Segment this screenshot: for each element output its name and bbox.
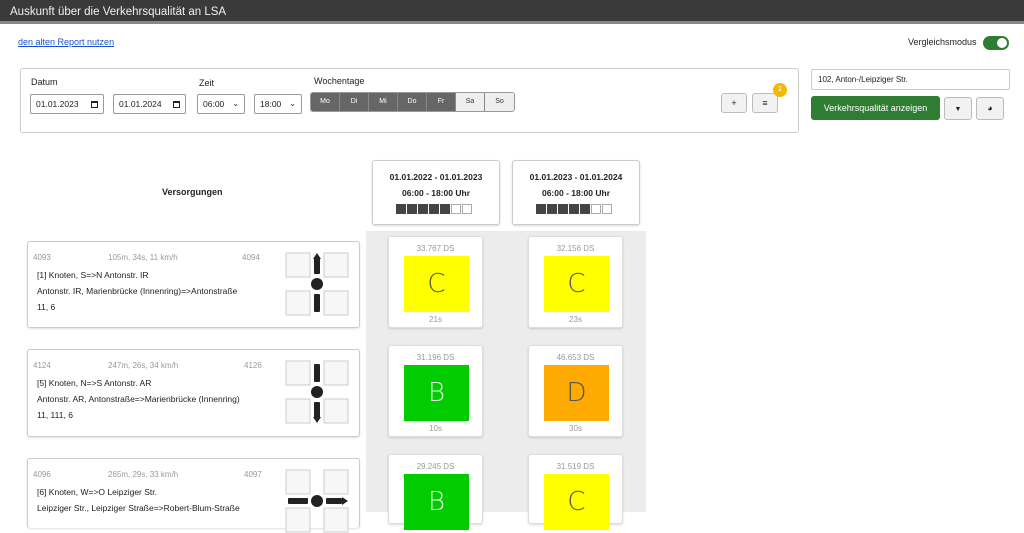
toggle-knob <box>997 38 1007 48</box>
time-from-select[interactable]: 06:00 ⌄ <box>197 94 245 114</box>
date-to-value: 01.01.2024 <box>119 99 162 109</box>
quality-cell[interactable]: 31.519 DS C <box>528 454 623 530</box>
weekday-indicator <box>396 204 472 214</box>
compare-mode-toggle[interactable] <box>983 36 1009 50</box>
quality-cell[interactable]: 32.156 DS C 23s <box>528 236 623 328</box>
quality-grade: C <box>404 256 469 312</box>
calendar-icon <box>91 101 98 108</box>
route-title: [5] Knoten, N=>S Antonstr. AR <box>37 378 152 388</box>
route-title: [6] Knoten, W=>O Leipziger Str. <box>37 487 158 497</box>
route-info: 105m, 34s, 11 km/h <box>108 253 178 262</box>
period-header: 01.01.2023 - 01.01.2024 06:00 - 18:00 Uh… <box>512 160 640 225</box>
weekday-indicator <box>536 204 612 214</box>
time-label: Zeit <box>199 78 215 88</box>
to-node-id: 4126 <box>244 361 262 370</box>
quality-grade: B <box>404 365 469 421</box>
arrow-east-icon <box>285 469 349 533</box>
period-times: 06:00 - 18:00 Uhr <box>401 188 471 198</box>
period-times: 06:00 - 18:00 Uhr <box>541 188 611 198</box>
degree-of-saturation: 33.767 DS <box>416 244 455 253</box>
date-from-field[interactable]: 01.01.2023 <box>30 94 104 114</box>
wait-time: 10s <box>429 424 442 433</box>
weekday-toggle-group: Mo Di Mi Do Fr Sa So <box>310 92 515 112</box>
route-signal-groups: 11, 6 <box>37 302 56 312</box>
app-title: Auskunft über die Verkehrsqualität an LS… <box>10 6 227 18</box>
route-title: [1] Knoten, S=>N Antonstr. IR <box>37 270 149 280</box>
quality-cell[interactable]: 46.653 DS D 30s <box>528 345 623 437</box>
quality-cell[interactable]: 29.245 DS B <box>388 454 483 530</box>
wait-time: 30s <box>569 424 582 433</box>
wait-time: 21s <box>429 315 442 324</box>
chevron-down-icon: ⌄ <box>289 99 296 108</box>
route-description: Antonstr. AR, Antonstraße=>Marienbrücke … <box>37 394 240 404</box>
quality-grade: C <box>544 256 609 312</box>
date-from-value: 01.01.2023 <box>36 99 79 109</box>
filter-panel: Datum 01.01.2023 01.01.2024 Zeit 06:00 ⌄… <box>20 68 799 133</box>
add-period-button[interactable]: + <box>721 93 747 113</box>
weekday-do-button[interactable]: Do <box>398 93 427 111</box>
from-node-id: 4096 <box>33 470 51 479</box>
route-row[interactable]: 4124 247m, 26s, 34 km/h 4126 [5] Knoten,… <box>27 349 360 437</box>
period-header: 01.01.2022 - 01.01.2023 06:00 - 18:00 Uh… <box>372 160 500 225</box>
quality-grade: D <box>544 365 609 421</box>
to-node-id: 4094 <box>242 253 260 262</box>
from-node-id: 4124 <box>33 361 51 370</box>
compare-mode-label: Vergleichsmodus <box>908 37 977 47</box>
weekdays-label: Wochentage <box>314 76 365 86</box>
from-node-id: 4093 <box>33 253 51 262</box>
route-description: Antonstr. IR, Marienbrücke (Innenring)=>… <box>37 286 238 296</box>
route-row[interactable]: 4096 265m, 29s, 33 km/h 4097 [6] Knoten,… <box>27 458 360 533</box>
route-signal-groups: 11, 111, 6 <box>37 410 73 420</box>
period-list-button[interactable]: ≡ <box>752 93 778 113</box>
filter-button[interactable]: ▼ <box>944 97 972 120</box>
degree-of-saturation: 29.245 DS <box>416 462 455 471</box>
weekday-so-button[interactable]: So <box>485 93 514 111</box>
old-report-link[interactable]: den alten Report nutzen <box>18 37 114 47</box>
weekday-fr-button[interactable]: Fr <box>427 93 456 111</box>
degree-of-saturation: 31.196 DS <box>416 353 455 362</box>
date-to-field[interactable]: 01.01.2024 <box>113 94 186 114</box>
chevron-down-icon: ⌄ <box>232 99 239 108</box>
arrow-south-icon <box>285 360 349 424</box>
weekday-mi-button[interactable]: Mi <box>369 93 398 111</box>
pie-chart-icon: ◕ <box>987 103 993 113</box>
route-info: 247m, 26s, 34 km/h <box>108 361 179 370</box>
chart-button[interactable]: ◕ <box>976 97 1004 120</box>
weekday-di-button[interactable]: Di <box>340 93 369 111</box>
filter-icon: ▼ <box>954 106 962 113</box>
node-search-input[interactable]: 102, Anton-/Leipziger Str. <box>811 69 1010 90</box>
period-dates: 01.01.2023 - 01.01.2024 <box>529 172 623 182</box>
date-label: Datum <box>31 77 58 87</box>
show-quality-button[interactable]: Verkehrsqualität anzeigen <box>811 96 940 120</box>
quality-grade: C <box>544 474 609 530</box>
arrow-north-icon <box>285 252 349 316</box>
route-info: 265m, 29s, 33 km/h <box>108 470 179 479</box>
degree-of-saturation: 32.156 DS <box>556 244 595 253</box>
versorgungen-header: Versorgungen <box>162 187 223 197</box>
wait-time: 23s <box>569 315 582 324</box>
quality-cell[interactable]: 33.767 DS C 21s <box>388 236 483 328</box>
period-dates: 01.01.2022 - 01.01.2023 <box>389 172 483 182</box>
time-from-value: 06:00 <box>203 99 225 109</box>
degree-of-saturation: 31.519 DS <box>556 462 595 471</box>
weekday-sa-button[interactable]: Sa <box>456 93 485 111</box>
to-node-id: 4097 <box>244 470 262 479</box>
degree-of-saturation: 46.653 DS <box>556 353 595 362</box>
app-title-bar: Auskunft über die Verkehrsqualität an LS… <box>0 0 1024 24</box>
quality-grade: B <box>404 474 469 530</box>
route-row[interactable]: 4093 105m, 34s, 11 km/h 4094 [1] Knoten,… <box>27 241 360 328</box>
calendar-icon <box>173 101 180 108</box>
weekday-mo-button[interactable]: Mo <box>311 93 340 111</box>
time-to-select[interactable]: 18:00 ⌄ <box>254 94 302 114</box>
time-to-value: 18:00 <box>260 99 282 109</box>
period-count-badge: 2 <box>773 83 787 97</box>
quality-cell[interactable]: 31.196 DS B 10s <box>388 345 483 437</box>
